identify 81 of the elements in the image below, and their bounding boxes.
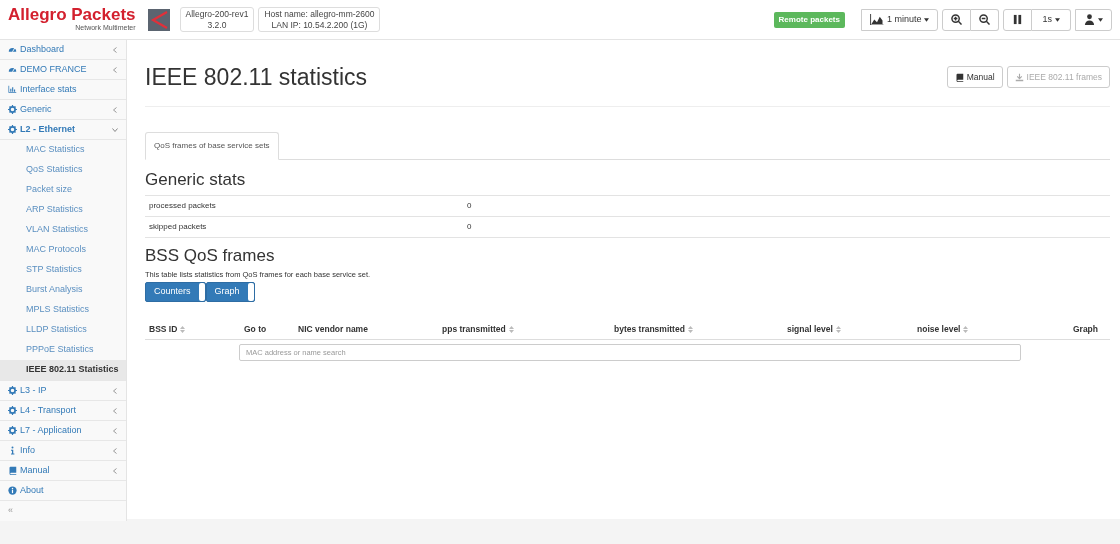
logo-icon — [147, 8, 170, 31]
sidebar-subitem[interactable]: VLAN Statistics — [0, 220, 126, 240]
sidebar-subitem[interactable]: MAC Protocols — [0, 240, 126, 260]
gauge-icon — [8, 65, 17, 74]
caret-icon — [1055, 17, 1060, 22]
column-header[interactable]: bytes transmitted — [614, 323, 787, 336]
gear-icon — [8, 426, 17, 435]
bar-chart-icon — [8, 85, 17, 94]
gear-icon — [8, 125, 17, 134]
pause-button[interactable] — [1003, 8, 1033, 31]
user-menu-button[interactable] — [1075, 8, 1112, 31]
sort-icon — [180, 326, 186, 334]
column-header: Graph — [1071, 323, 1098, 336]
gear-icon — [8, 386, 17, 395]
sidebar-subitem[interactable]: Packet size — [0, 180, 126, 200]
column-header[interactable]: signal level — [787, 323, 917, 336]
interval-dropdown[interactable]: 1s — [1032, 8, 1071, 31]
zoom-in-icon — [951, 14, 963, 25]
stat-value: 0 — [467, 221, 472, 234]
download-icon — [1014, 72, 1024, 82]
host-name: Host name: allegro-mm-2600 — [264, 8, 375, 20]
stat-label: processed packets — [149, 200, 217, 213]
sidebar-item[interactable]: Interface stats — [0, 80, 126, 100]
caret-icon — [1098, 17, 1103, 22]
zoom-in-button[interactable] — [942, 8, 972, 31]
toggle-switch[interactable]: Graph — [205, 282, 255, 303]
sort-icon — [963, 326, 969, 334]
brand-name: Allegro Packets — [8, 5, 136, 23]
sidebar-item[interactable]: Generic — [0, 100, 126, 120]
sidebar-subitem[interactable]: MAC Statistics — [0, 140, 126, 160]
info-circle-icon — [8, 486, 17, 495]
sidebar-subitem[interactable]: STP Statistics — [0, 260, 126, 280]
user-icon — [1084, 14, 1095, 25]
area-chart-icon — [869, 14, 884, 25]
sort-icon — [687, 326, 693, 334]
stat-label: skipped packets — [149, 221, 208, 234]
time-range-dropdown[interactable]: 1 minute — [860, 8, 939, 31]
collapse-sidebar-button[interactable]: « — [0, 501, 126, 521]
section-heading: Generic stats — [145, 170, 247, 191]
sidebar-item[interactable]: L4 - Transport — [0, 401, 126, 421]
manual-button[interactable]: Manual — [946, 65, 1003, 89]
sort-icon — [508, 326, 514, 334]
sidebar-subitem[interactable]: Burst Analysis — [0, 280, 126, 300]
sidebar-item[interactable]: Info — [0, 441, 126, 461]
sidebar-item[interactable]: Dashboard — [0, 40, 126, 60]
gauge-icon — [8, 45, 17, 54]
book-icon — [954, 72, 964, 82]
sidebar-subitem[interactable]: MPLS Statistics — [0, 300, 126, 320]
lan-ip: LAN IP: 10.54.2.200 (1G) — [270, 19, 369, 31]
pause-icon — [1012, 14, 1024, 25]
caret-icon — [924, 17, 930, 22]
gear-icon — [8, 105, 17, 114]
page-title: IEEE 802.11 statistics — [145, 62, 367, 92]
device-version: 3.2.0 — [206, 19, 228, 31]
column-header[interactable]: pps transmitted — [442, 323, 614, 336]
sidebar-item[interactable]: L3 - IP — [0, 381, 126, 401]
section-heading: BSS QoS frames — [145, 246, 276, 267]
tab[interactable]: QoS frames of base service sets — [145, 132, 279, 160]
toggle-switch[interactable]: Counters — [145, 282, 206, 303]
column-header: NIC vendor name — [298, 323, 369, 336]
device-model: Allegro-200-rev1 — [185, 8, 249, 20]
zoom-out-icon — [979, 14, 991, 25]
sidebar-subitem[interactable]: IEEE 802.11 Statistics — [0, 360, 126, 380]
column-header[interactable]: BSS ID — [149, 323, 244, 336]
column-header[interactable]: noise level — [917, 323, 1048, 336]
column-header: Go to — [244, 323, 268, 336]
stat-value: 0 — [467, 200, 472, 213]
sort-icon — [835, 326, 841, 334]
book-icon — [8, 466, 17, 475]
status-badge: Remote packets — [773, 11, 845, 28]
sidebar-item[interactable]: L2 - Ethernet — [0, 120, 126, 140]
sidebar-subitem[interactable]: ARP Statistics — [0, 200, 126, 220]
sidebar-item[interactable]: About — [0, 481, 126, 501]
sidebar-subitem[interactable]: PPPoE Statistics — [0, 340, 126, 360]
sidebar-item[interactable]: DEMO FRANCE — [0, 60, 126, 80]
zoom-out-button[interactable] — [971, 8, 1000, 31]
sidebar-subitem[interactable]: LLDP Statistics — [0, 320, 126, 340]
sidebar-item[interactable]: Manual — [0, 461, 126, 481]
sidebar-subitem[interactable]: QoS Statistics — [0, 160, 126, 180]
sidebar-item[interactable]: L7 - Application — [0, 421, 126, 441]
gear-icon — [8, 406, 17, 415]
